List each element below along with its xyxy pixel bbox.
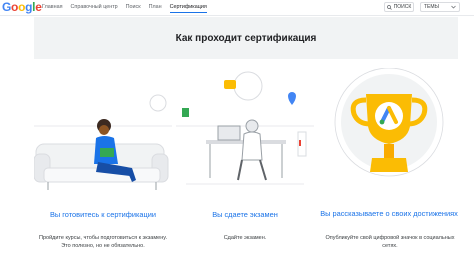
- top-navigation-bar: Google Главная Справочный центр Поиск Пл…: [0, 0, 474, 15]
- step-3-title: Вы рассказываете о своих достижениях: [320, 209, 458, 218]
- exam-illustration: [176, 68, 314, 196]
- search-button[interactable]: ПОИСК: [384, 2, 414, 12]
- person-icon: [237, 119, 267, 181]
- page-title: Как проходит сертификация: [175, 32, 317, 44]
- step-3-description: Опубликуйте свой цифровой значок в социа…: [325, 235, 455, 249]
- hero-banner: Как проходит сертификация: [34, 17, 458, 59]
- location-pin-icon: [288, 92, 296, 105]
- google-logo[interactable]: Google: [2, 0, 42, 14]
- main-nav: Главная Справочный центр Поиск План Серт…: [42, 3, 207, 13]
- step-2-title: Вы сдаете экзамен: [212, 210, 278, 219]
- prepare-illustration: [34, 68, 172, 196]
- decorative-circle: [149, 94, 167, 112]
- trophy-illustration: [320, 68, 458, 196]
- logo-letter: o: [11, 0, 19, 14]
- logo-letter: g: [25, 0, 33, 14]
- search-button-label: ПОИСК: [393, 4, 412, 10]
- nav-divider: [0, 15, 474, 16]
- logo-letter: G: [2, 0, 12, 14]
- nav-item-help-center[interactable]: Справочный центр: [71, 3, 118, 13]
- chat-bubble-icon: [224, 80, 236, 89]
- door-icon: [297, 131, 307, 157]
- chevron-down-icon: [451, 5, 456, 9]
- topics-dropdown[interactable]: ТЕМЫ: [420, 2, 460, 12]
- step-1-title: Вы готовитесь к сертификации: [49, 210, 156, 219]
- topics-label: ТЕМЫ: [424, 4, 439, 10]
- decorative-circle: [233, 71, 263, 101]
- logo-letter: o: [18, 0, 26, 14]
- step-1-description: Пройдите курсы, чтобы подготовиться к эк…: [39, 235, 167, 249]
- google-ads-logo-icon: [375, 102, 403, 130]
- logo-letter: e: [35, 0, 42, 14]
- sheet-icon: [182, 108, 189, 117]
- nav-item-search[interactable]: Поиск: [126, 3, 141, 13]
- nav-item-home[interactable]: Главная: [42, 3, 63, 13]
- nav-item-plan[interactable]: План: [149, 3, 162, 13]
- step-2-description: Сдайте экзамен.: [223, 235, 267, 241]
- nav-item-certification[interactable]: Сертификация: [169, 3, 207, 13]
- search-icon: [386, 4, 392, 10]
